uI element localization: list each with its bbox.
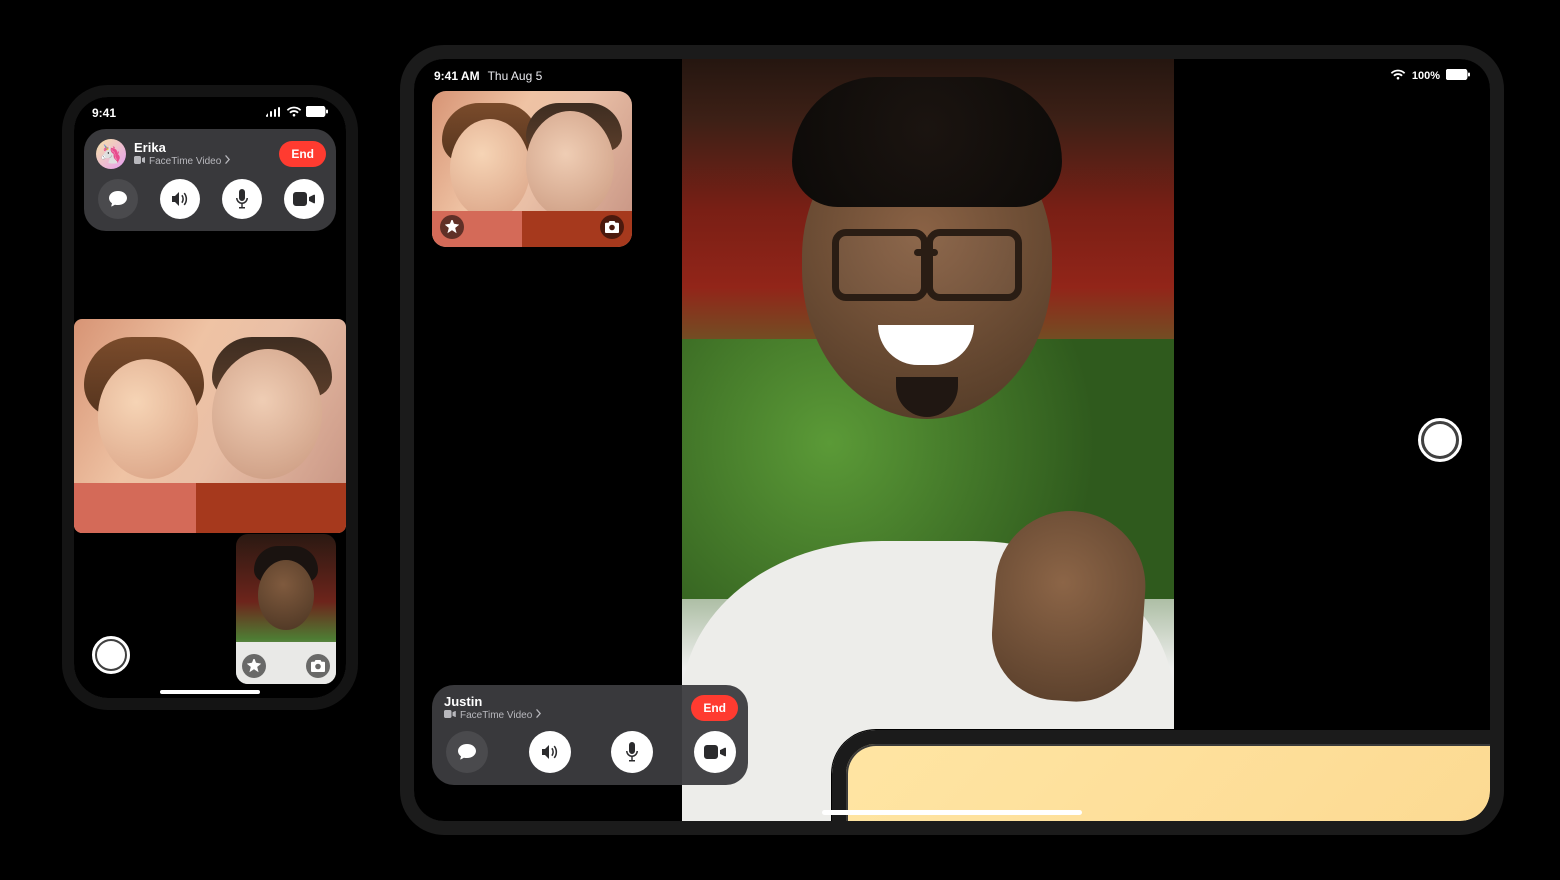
- call-info-card: 🦄 Erika FaceTime Video End: [84, 129, 336, 231]
- self-view-tile[interactable]: [432, 91, 632, 247]
- call-info-card: 🛵 Justin FaceTime Video End: [432, 685, 748, 785]
- caller-name: Erika: [134, 141, 231, 155]
- battery-icon: [1446, 69, 1470, 83]
- shutter-button[interactable]: [1418, 418, 1462, 462]
- capture-photo-button[interactable]: [306, 654, 330, 678]
- speaker-button[interactable]: [529, 731, 571, 773]
- capture-photo-button[interactable]: [600, 215, 624, 239]
- speaker-icon: [170, 190, 190, 208]
- call-type-row[interactable]: FaceTime Video: [134, 155, 231, 167]
- mute-button[interactable]: [611, 731, 653, 773]
- video-camera-icon: [704, 745, 726, 759]
- call-type-row[interactable]: FaceTime Video: [444, 709, 542, 721]
- call-controls: [444, 731, 738, 773]
- effects-star-icon: [247, 659, 261, 673]
- remote-video-tile[interactable]: [74, 319, 346, 533]
- ipad-device-frame: 9:41 AM Thu Aug 5 100%: [400, 45, 1504, 835]
- messages-icon: [457, 743, 477, 761]
- wifi-icon: [286, 106, 302, 120]
- home-indicator[interactable]: [160, 690, 260, 694]
- capture-camera-icon: [605, 221, 619, 233]
- chevron-right-icon: [225, 155, 231, 167]
- video-camera-icon: [444, 710, 456, 721]
- shutter-button[interactable]: [92, 636, 130, 674]
- effects-button[interactable]: [242, 654, 266, 678]
- video-camera-icon: [134, 156, 145, 167]
- speaker-button[interactable]: [160, 179, 200, 219]
- messages-button[interactable]: [98, 179, 138, 219]
- messages-icon: [108, 190, 128, 208]
- remote-video-tile[interactable]: [682, 59, 1174, 821]
- caller-avatar[interactable]: 🦄: [96, 139, 126, 169]
- avatar-emoji: 🦄: [100, 144, 122, 165]
- iphone-device-frame: 9:41 🦄 Erika: [62, 85, 358, 710]
- self-view-tile[interactable]: [236, 534, 336, 684]
- effects-button[interactable]: [440, 215, 464, 239]
- status-date: Thu Aug 5: [488, 69, 543, 83]
- caller-name: Justin: [444, 695, 542, 709]
- messages-button[interactable]: [446, 731, 488, 773]
- camera-toggle-button[interactable]: [694, 731, 736, 773]
- effects-star-icon: [445, 220, 459, 234]
- ipad-status-bar: 9:41 AM Thu Aug 5 100%: [414, 65, 1490, 87]
- mute-button[interactable]: [222, 179, 262, 219]
- home-indicator[interactable]: [822, 810, 1082, 815]
- call-controls: [96, 179, 326, 219]
- call-subtitle: FaceTime Video: [149, 156, 221, 167]
- iphone-notch: [150, 97, 270, 121]
- capture-camera-icon: [311, 660, 325, 672]
- status-time: 9:41 AM: [434, 69, 480, 83]
- call-subtitle: FaceTime Video: [460, 710, 532, 721]
- iphone-screen: 9:41 🦄 Erika: [74, 97, 346, 698]
- video-camera-icon: [293, 192, 315, 206]
- battery-icon: [306, 106, 328, 120]
- chevron-right-icon: [536, 709, 542, 721]
- end-call-button[interactable]: End: [279, 141, 326, 167]
- speaker-icon: [540, 743, 560, 761]
- microphone-icon: [235, 189, 249, 209]
- battery-percent: 100%: [1412, 70, 1440, 82]
- camera-toggle-button[interactable]: [284, 179, 324, 219]
- microphone-icon: [625, 742, 639, 762]
- wifi-icon: [1390, 69, 1406, 83]
- caller-avatar[interactable]: 🛵: [832, 730, 1490, 821]
- end-call-button[interactable]: End: [691, 695, 738, 721]
- status-time: 9:41: [92, 106, 116, 120]
- ipad-screen: 9:41 AM Thu Aug 5 100%: [414, 59, 1490, 821]
